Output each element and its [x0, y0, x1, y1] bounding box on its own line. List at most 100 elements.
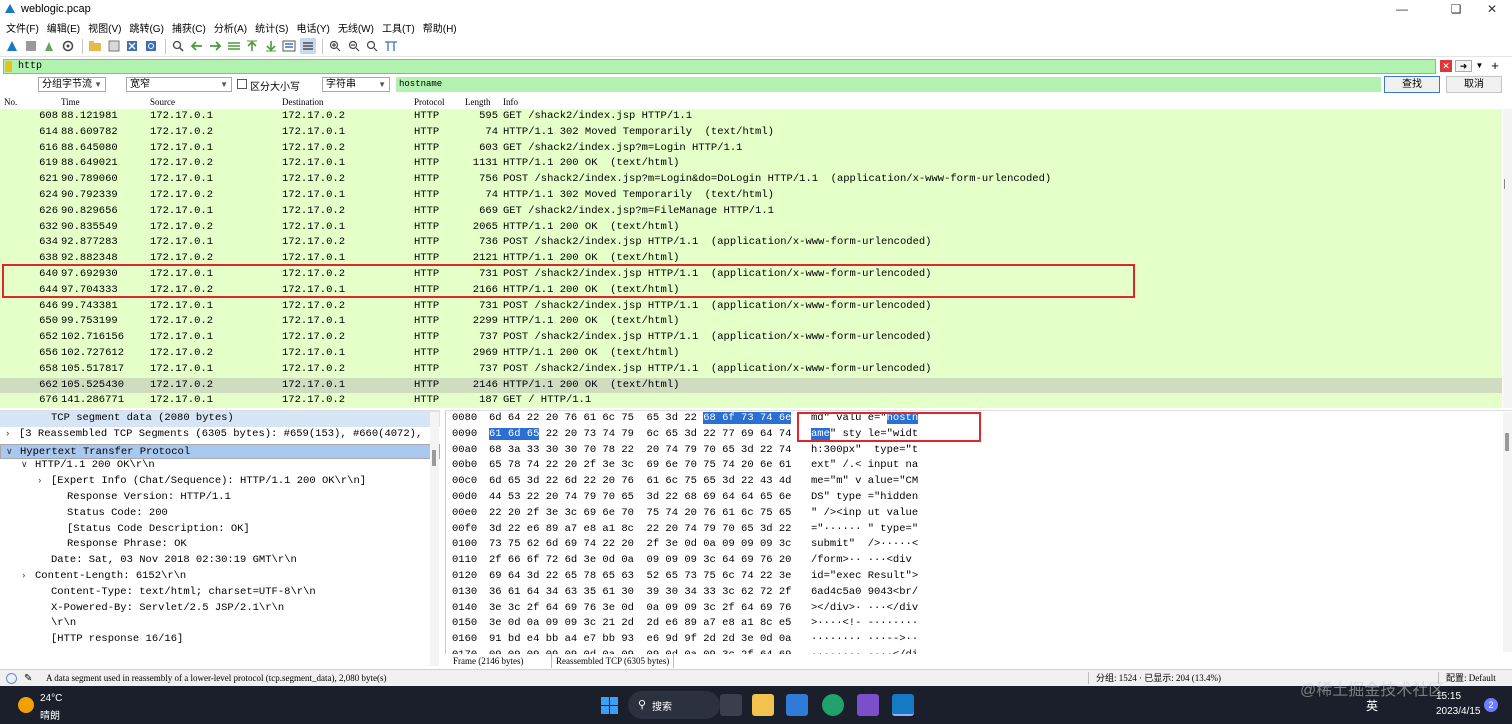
detail-tree-item[interactable]: › [Expert Info (Chat/Sequence): HTTP/1.1 … [0, 474, 440, 490]
windows-start-icon[interactable] [601, 697, 618, 714]
stop-capture-icon[interactable] [23, 38, 39, 54]
collapsed-chevron-icon[interactable]: › [5, 427, 10, 443]
first-packet-icon[interactable] [244, 38, 260, 54]
hex-row[interactable]: 0110 2f 66 6f 72 6d 3e 0d 0a 09 09 09 3c … [446, 553, 1512, 569]
details-scroll-thumb[interactable] [432, 450, 436, 466]
detail-tree-item[interactable]: TCP segment data (2080 bytes) [0, 411, 440, 427]
packet-row[interactable]: 640 97.692930 172.17.0.1 172.17.0.2 HTTP 731 P… [0, 266, 1502, 283]
case-sensitive-checkbox[interactable] [237, 79, 247, 89]
resize-columns-icon[interactable] [383, 38, 399, 54]
restart-capture-icon[interactable] [41, 38, 57, 54]
go-to-packet-icon[interactable] [226, 38, 242, 54]
menu-go[interactable]: 跳转(G) [127, 20, 169, 35]
clock-date[interactable]: 2023/4/15 [1436, 706, 1481, 717]
packet-row[interactable]: 646 99.743381 172.17.0.1 172.17.0.2 HTTP 731 P… [0, 298, 1502, 315]
packet-row[interactable]: 614 88.609782 172.17.0.2 172.17.0.1 HTTP 74 HT… [0, 124, 1502, 141]
packet-row[interactable]: 644 97.704333 172.17.0.2 172.17.0.1 HTTP 2166… [0, 282, 1502, 299]
collapsed-chevron-icon[interactable]: › [37, 474, 42, 490]
hex-row[interactable]: 0120 69 64 3d 22 65 78 65 63 52 65 73 75 … [446, 569, 1512, 585]
autoscroll-icon[interactable] [281, 38, 297, 54]
packet-row[interactable]: 608 88.121981 172.17.0.1 172.17.0.2 HTTP 595 G… [0, 109, 1502, 125]
file-explorer-icon[interactable] [752, 694, 774, 716]
menu-analyze[interactable]: 分析(A) [212, 20, 253, 35]
detail-tree-item[interactable]: \r\n [0, 616, 440, 632]
collapsed-chevron-icon[interactable]: › [21, 569, 26, 585]
menu-help[interactable]: 帮助(H) [421, 20, 463, 35]
go-forward-icon[interactable] [207, 38, 223, 54]
hex-row[interactable]: 00a0 68 3a 33 30 30 70 78 22 20 74 79 70 … [446, 443, 1512, 459]
hex-row[interactable]: 0160 91 bd e4 bb a4 e7 bb 93 e6 9d 9f 2d … [446, 632, 1512, 648]
wireshark-taskbar-icon[interactable] [892, 694, 914, 716]
packet-row[interactable]: 619 88.649021 172.17.0.2 172.17.0.1 HTTP 1131… [0, 156, 1502, 173]
status-profile[interactable]: 配置: Default [1446, 670, 1496, 686]
add-filter-button-icon[interactable]: + [1489, 58, 1501, 74]
packet-row[interactable]: 656 102.727612 172.17.0.2 172.17.0.1 HTTP 296… [0, 345, 1502, 362]
display-filter-input[interactable]: http [3, 59, 1436, 74]
find-packet-icon[interactable] [170, 38, 186, 54]
apply-filter-icon[interactable]: ➜ [1455, 60, 1472, 72]
detail-tree-item[interactable]: Response Phrase: OK [0, 537, 440, 553]
tab-frame-bytes[interactable]: Frame (2146 bytes) [449, 654, 527, 668]
hex-row[interactable]: 0140 3e 3c 2f 64 69 76 3e 0d 0a 09 09 3c … [446, 601, 1512, 617]
hex-row[interactable]: 00d0 44 53 22 20 74 79 70 65 3d 22 68 69 … [446, 490, 1512, 506]
filter-history-dropdown-icon[interactable]: ▼ [1474, 60, 1485, 72]
search-scope-select[interactable]: 分组字节流 ▼ [38, 77, 106, 92]
find-button[interactable]: 查找 [1384, 76, 1440, 93]
expert-info-icon[interactable] [6, 673, 17, 684]
menu-wireless[interactable]: 无线(W) [336, 20, 380, 35]
minimize-icon[interactable]: — [1380, 0, 1424, 18]
packet-row[interactable]: 624 90.792339 172.17.0.2 172.17.0.1 HTTP 74 HT… [0, 187, 1502, 204]
hex-row[interactable]: 0100 73 75 62 6d 69 74 22 20 2f 3e 0d 0a … [446, 537, 1512, 553]
reload-file-icon[interactable] [143, 38, 159, 54]
packet-row[interactable]: 616 88.645080 172.17.0.1 172.17.0.2 HTTP 603 G… [0, 140, 1502, 157]
column-header-source[interactable]: Source [150, 95, 175, 109]
open-file-icon[interactable] [87, 38, 103, 54]
go-back-icon[interactable] [189, 38, 205, 54]
tab-reassembled-tcp[interactable]: Reassembled TCP (6305 bytes) [551, 654, 675, 668]
detail-tree-item[interactable]: › Content-Length: 6152\r\n [0, 569, 440, 585]
detail-tree-item[interactable]: [HTTP response 16/16] [0, 632, 440, 648]
edit-comment-icon[interactable]: ✎ [24, 671, 32, 687]
sun-weather-icon[interactable] [18, 697, 34, 713]
cancel-button[interactable]: 取消 [1446, 76, 1502, 93]
menu-capture[interactable]: 捕获(C) [170, 20, 212, 35]
hex-row[interactable]: 0150 3e 0d 0a 09 09 3c 21 2d 2d e6 89 a7 … [446, 616, 1512, 632]
column-header-time[interactable]: Time [61, 95, 80, 109]
notification-badge[interactable]: 2 [1484, 698, 1498, 712]
menu-telephony[interactable]: 电话(Y) [295, 20, 336, 35]
capture-options-icon[interactable] [60, 38, 76, 54]
menu-file[interactable]: 文件(F) [4, 20, 45, 35]
save-file-icon[interactable] [106, 38, 122, 54]
packet-row[interactable]: 634 92.877283 172.17.0.1 172.17.0.2 HTTP 736 P… [0, 235, 1502, 252]
hex-row[interactable]: 00f0 3d 22 e6 89 a7 e8 a1 8c 22 20 74 79 … [446, 522, 1512, 538]
column-header-length[interactable]: Length [465, 95, 491, 109]
packet-row[interactable]: 658 105.517817 172.17.0.1 172.17.0.2 HTTP 737… [0, 361, 1502, 378]
colorize-icon[interactable] [299, 38, 316, 54]
packet-row[interactable]: 621 90.789060 172.17.0.1 172.17.0.2 HTTP 756 P… [0, 172, 1502, 188]
packet-row[interactable]: 638 92.882348 172.17.0.2 172.17.0.1 HTTP 2121… [0, 251, 1502, 267]
task-view-icon[interactable] [720, 694, 742, 716]
column-header-destination[interactable]: Destination [282, 95, 324, 109]
hex-row[interactable]: 00c0 6d 65 3d 22 6d 22 20 76 61 6c 75 65 … [446, 474, 1512, 490]
hex-row[interactable]: 0080 6d 64 22 20 76 61 6c 75 65 3d 22 68 … [446, 411, 1512, 427]
detail-tree-item[interactable]: › [3 Reassembled TCP Segments (6305 bytes… [0, 427, 440, 443]
menu-view[interactable]: 视图(V) [86, 20, 127, 35]
menu-tools[interactable]: 工具(T) [380, 20, 421, 35]
detail-tree-item[interactable]: Content-Type: text/html; charset=UTF-8\r… [0, 585, 440, 601]
detail-tree-item[interactable]: Status Code: 200 [0, 506, 440, 522]
expanded-chevron-icon[interactable]: ∨ [21, 458, 28, 474]
zoom-in-icon[interactable] [327, 38, 343, 54]
packet-row[interactable]: 650 99.753199 172.17.0.2 172.17.0.1 HTTP 2299… [0, 314, 1502, 331]
column-header-protocol[interactable]: Protocol [414, 95, 445, 109]
packet-row[interactable]: 662 105.525430 172.17.0.2 172.17.0.1 HTTP 214… [0, 377, 1502, 394]
hex-row[interactable]: 00b0 65 78 74 22 20 2f 3e 3c 69 6e 70 75 … [446, 458, 1512, 474]
clear-filter-icon[interactable]: ✕ [1440, 60, 1452, 72]
last-packet-icon[interactable] [263, 38, 279, 54]
zoom-reset-icon[interactable] [364, 38, 380, 54]
search-type-select[interactable]: 字符串 ▼ [322, 77, 390, 92]
detail-tree-item[interactable]: Date: Sat, 03 Nov 2018 02:30:19 GMT\r\n [0, 553, 440, 569]
search-input[interactable]: hostname [396, 77, 1381, 92]
start-capture-icon[interactable] [4, 38, 20, 54]
filter-bookmark-icon[interactable] [5, 61, 12, 72]
column-header-no[interactable]: No. [4, 95, 17, 109]
